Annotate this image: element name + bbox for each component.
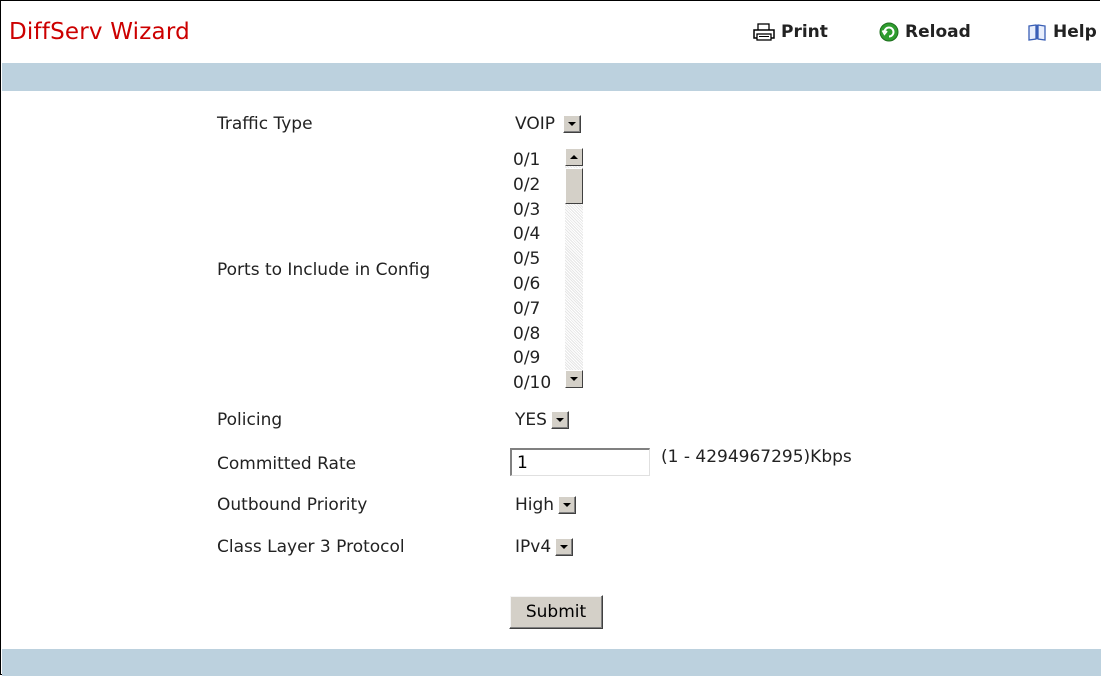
print-label: Print [781, 22, 828, 42]
outbound-priority-select[interactable]: High [509, 493, 577, 517]
chevron-down-icon[interactable] [558, 496, 577, 514]
ports-listbox[interactable]: 0/1 0/2 0/3 0/4 0/5 0/6 0/7 0/8 0/9 0/10 [509, 146, 591, 393]
scroll-down-icon[interactable] [565, 370, 583, 388]
traffic-type-select[interactable]: VOIP [509, 112, 581, 136]
help-book-icon [1028, 24, 1046, 41]
list-item[interactable]: 0/1 [513, 148, 551, 173]
policing-label: Policing [217, 410, 283, 430]
class-l3-protocol-label: Class Layer 3 Protocol [217, 537, 405, 557]
list-item[interactable]: 0/7 [513, 297, 551, 322]
committed-rate-range: (1 - 4294967295)Kbps [661, 447, 852, 467]
chevron-down-icon[interactable] [550, 411, 569, 429]
ports-scrollbar[interactable] [565, 148, 583, 388]
traffic-type-label: Traffic Type [217, 114, 313, 134]
list-item[interactable]: 0/6 [513, 272, 551, 297]
outbound-priority-value: High [515, 495, 555, 515]
policing-value: YES [515, 410, 547, 430]
list-item[interactable]: 0/2 [513, 173, 551, 198]
reload-button[interactable]: Reload [879, 22, 971, 42]
footer-band [2, 649, 1101, 676]
chevron-down-icon[interactable] [555, 538, 574, 556]
committed-rate-input[interactable] [510, 448, 650, 476]
wizard-frame: DiffServ Wizard Print Reload Help Traffi… [0, 0, 1101, 676]
reload-icon [879, 22, 899, 42]
help-button[interactable]: Help [1027, 22, 1097, 42]
list-item[interactable]: 0/9 [513, 346, 551, 371]
help-label: Help [1053, 22, 1097, 42]
reload-label: Reload [905, 22, 971, 42]
class-l3-protocol-select[interactable]: IPv4 [509, 535, 574, 559]
scrollbar-thumb[interactable] [565, 168, 583, 204]
chevron-down-icon[interactable] [562, 115, 581, 133]
header: DiffServ Wizard Print Reload Help [1, 1, 1101, 63]
print-icon [753, 23, 775, 41]
header-band [2, 63, 1101, 91]
list-item[interactable]: 0/4 [513, 222, 551, 247]
list-item[interactable]: 0/5 [513, 247, 551, 272]
print-button[interactable]: Print [753, 22, 828, 42]
ports-label: Ports to Include in Config [217, 260, 431, 280]
submit-button[interactable]: Submit [509, 595, 603, 629]
list-item[interactable]: 0/3 [513, 198, 551, 223]
outbound-priority-label: Outbound Priority [217, 495, 368, 515]
traffic-type-value: VOIP [515, 114, 555, 134]
list-item[interactable]: 0/8 [513, 322, 551, 347]
policing-select[interactable]: YES [509, 408, 569, 432]
committed-rate-label: Committed Rate [217, 454, 357, 474]
list-item[interactable]: 0/10 [513, 371, 551, 396]
page-title: DiffServ Wizard [9, 19, 190, 45]
class-l3-protocol-value: IPv4 [515, 537, 552, 557]
scroll-up-icon[interactable] [565, 148, 583, 166]
